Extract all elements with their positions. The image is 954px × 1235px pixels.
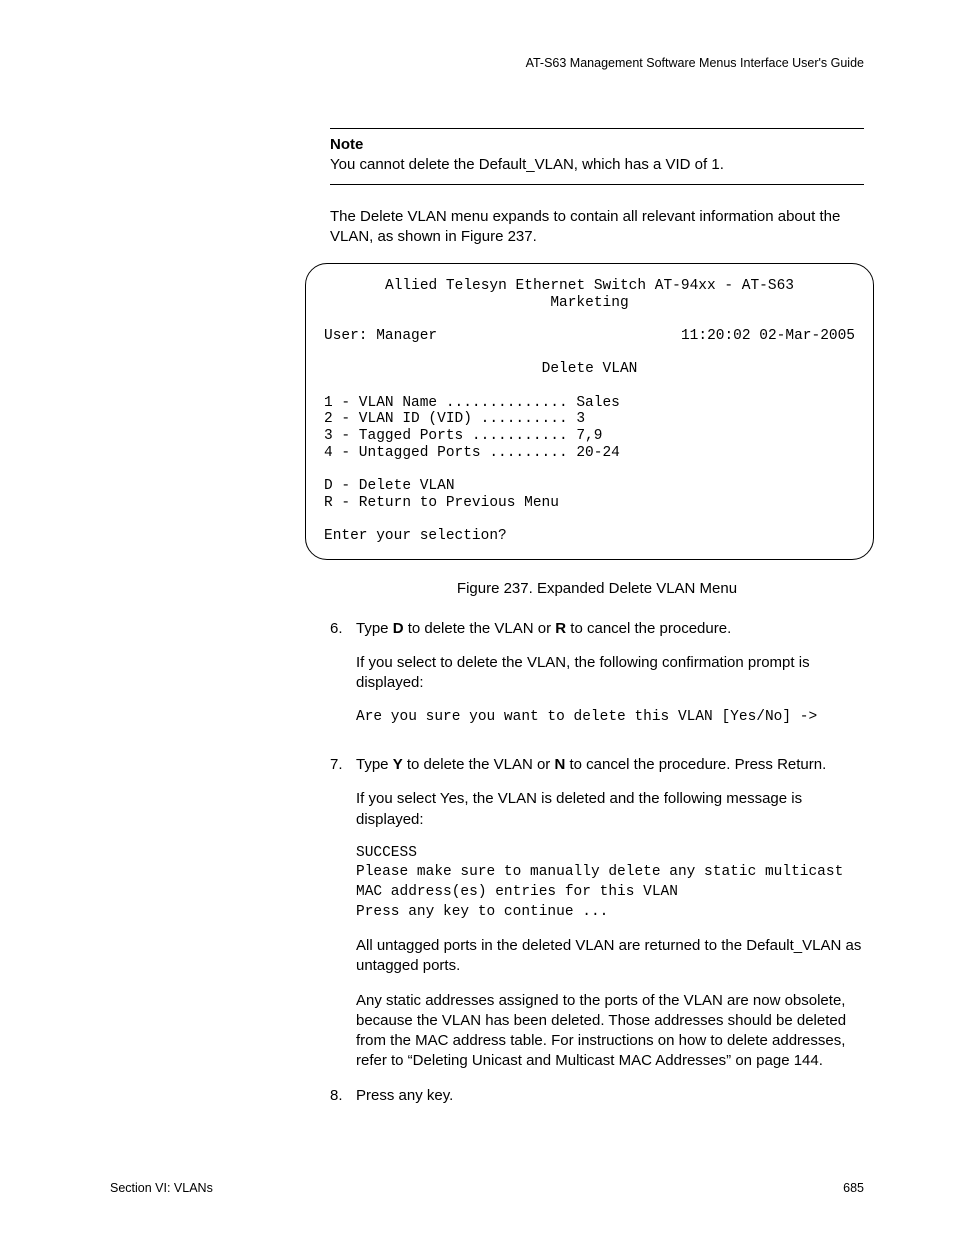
terminal-wrap: Allied Telesyn Ethernet Switch AT-94xx -…: [305, 263, 874, 560]
confirmation-prompt: Are you sure you want to delete this VLA…: [356, 708, 864, 728]
terminal-action: D - Delete VLAN: [324, 478, 855, 495]
terminal-item: 2 - VLAN ID (VID) .......... 3: [324, 411, 855, 428]
step-number: 7.: [330, 755, 356, 1072]
step-follow: If you select to delete the VLAN, the fo…: [356, 653, 864, 694]
step-body: Type Y to delete the VLAN or N to cancel…: [356, 755, 864, 1072]
page-footer: Section VI: VLANs 685: [110, 1181, 864, 1195]
terminal-menu-title: Delete VLAN: [324, 361, 855, 378]
text: Type: [356, 756, 393, 773]
step-number: 6.: [330, 619, 356, 741]
step-7: 7. Type Y to delete the VLAN or N to can…: [330, 755, 864, 1072]
note-text: You cannot delete the Default_VLAN, whic…: [330, 156, 724, 173]
key-y: Y: [393, 756, 403, 773]
step-text: Press any key.: [356, 1086, 864, 1106]
terminal-item: 3 - Tagged Ports ........... 7,9: [324, 428, 855, 445]
text: to cancel the procedure. Press Return.: [565, 756, 826, 773]
step-6: 6. Type D to delete the VLAN or R to can…: [330, 619, 864, 741]
step-para: All untagged ports in the deleted VLAN a…: [356, 936, 864, 977]
intro-paragraph: The Delete VLAN menu expands to contain …: [330, 207, 864, 248]
terminal-prompt: Enter your selection?: [324, 528, 855, 545]
note-box: Note You cannot delete the Default_VLAN,…: [330, 128, 864, 185]
terminal-title-1: Allied Telesyn Ethernet Switch AT-94xx -…: [324, 278, 855, 295]
step-follow: If you select Yes, the VLAN is deleted a…: [356, 789, 864, 830]
terminal-timestamp: 11:20:02 02-Mar-2005: [681, 328, 855, 345]
note-label: Note: [330, 136, 363, 153]
step-para: Any static addresses assigned to the por…: [356, 991, 864, 1072]
terminal-action: R - Return to Previous Menu: [324, 495, 855, 512]
text: Type: [356, 620, 393, 637]
running-header: AT-S63 Management Software Menus Interfa…: [110, 56, 864, 70]
terminal-user: User: Manager: [324, 328, 437, 345]
step-8: 8. Press any key.: [330, 1086, 864, 1106]
step-body: Type D to delete the VLAN or R to cancel…: [356, 619, 864, 741]
key-r: R: [555, 620, 566, 637]
text: to delete the VLAN or: [404, 620, 556, 637]
footer-page-number: 685: [843, 1181, 864, 1195]
terminal-item: 4 - Untagged Ports ......... 20-24: [324, 445, 855, 462]
terminal-screen: Allied Telesyn Ethernet Switch AT-94xx -…: [305, 263, 874, 560]
success-message: SUCCESS Please make sure to manually del…: [356, 844, 864, 922]
terminal-item: 1 - VLAN Name .............. Sales: [324, 395, 855, 412]
figure-caption: Figure 237. Expanded Delete VLAN Menu: [330, 580, 864, 597]
page: AT-S63 Management Software Menus Interfa…: [0, 0, 954, 1235]
step-body: Press any key.: [356, 1086, 864, 1106]
footer-section: Section VI: VLANs: [110, 1181, 213, 1195]
key-n: N: [554, 756, 565, 773]
key-d: D: [393, 620, 404, 637]
terminal-title-2: Marketing: [324, 295, 855, 312]
text: to cancel the procedure.: [566, 620, 731, 637]
text: to delete the VLAN or: [403, 756, 555, 773]
step-number: 8.: [330, 1086, 356, 1106]
content-column: Note You cannot delete the Default_VLAN,…: [330, 128, 864, 1106]
